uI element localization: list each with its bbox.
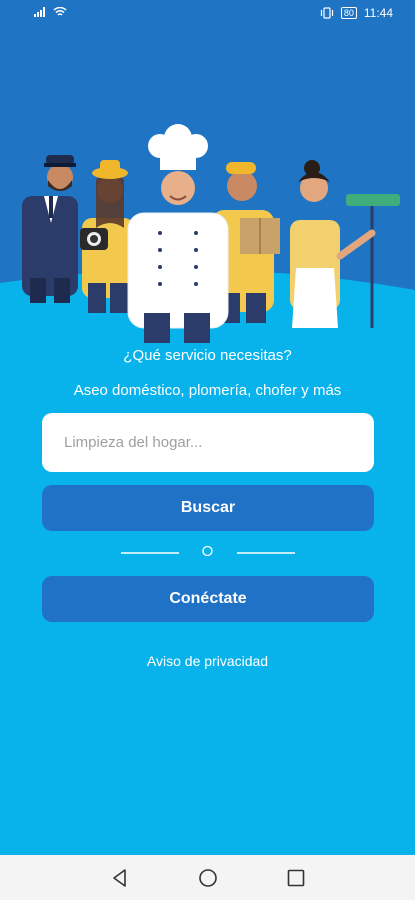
system-nav-bar	[0, 855, 415, 900]
workers-illustration	[0, 28, 415, 348]
clock: 11:44	[363, 6, 393, 20]
privacy-link[interactable]: Aviso de privacidad	[0, 653, 415, 669]
battery-label: 80	[343, 8, 354, 18]
status-bar: 80 11:44	[0, 0, 415, 28]
service-question: ¿Qué servicio necesitas?	[123, 347, 292, 364]
wifi-icon	[53, 7, 67, 16]
divider-line-right	[237, 552, 295, 554]
battery-icon: 80	[340, 7, 357, 19]
connect-button-label: Conéctate	[169, 590, 247, 607]
signal-icon	[34, 7, 45, 17]
home-circle-icon[interactable]	[196, 866, 220, 890]
or-divider: O	[0, 542, 415, 562]
recents-square-icon[interactable]	[284, 866, 308, 890]
service-examples: Aseo doméstico, plomería, chofer y más	[73, 382, 342, 399]
vibrate-icon	[320, 7, 333, 19]
search-button[interactable]: Buscar	[42, 485, 374, 531]
search-button-label: Buscar	[180, 499, 236, 516]
divider-text: O	[201, 543, 214, 560]
back-triangle-icon[interactable]	[108, 866, 132, 890]
connect-button[interactable]: Conéctate	[42, 576, 374, 622]
search-input[interactable]	[42, 413, 374, 472]
